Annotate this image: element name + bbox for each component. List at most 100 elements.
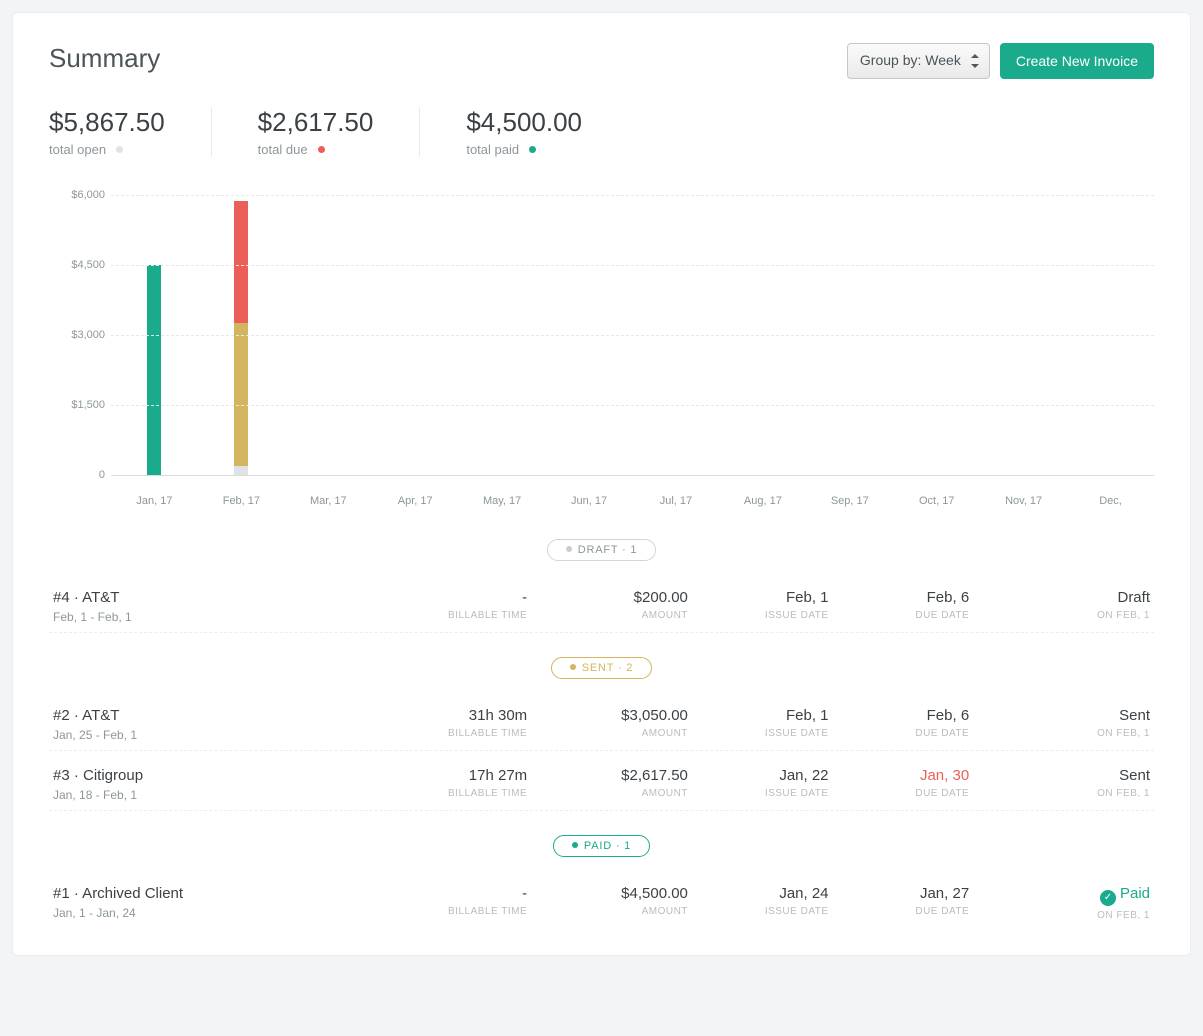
chart-bar-segment-due — [234, 201, 248, 323]
chart-x-tick: May, 17 — [483, 495, 521, 507]
invoice-issue-cell: Jan, 24 ISSUE DATE — [692, 885, 833, 917]
invoice-row[interactable]: #2 · AT&TJan, 25 - Feb, 131h 30mBILLABLE… — [49, 691, 1154, 751]
chart-x-tick: Oct, 17 — [919, 495, 954, 507]
invoice-status: Draft — [977, 589, 1150, 606]
chart-bar-segment-sent — [234, 323, 248, 465]
invoice-billable: 31h 30m — [374, 707, 527, 724]
invoice-amount: $200.00 — [535, 589, 688, 606]
invoice-billable: 17h 27m — [374, 767, 527, 784]
invoice-due-cell: Jan, 27DUE DATE — [833, 885, 974, 917]
invoice-range: Feb, 1 - Feb, 1 — [53, 610, 366, 624]
stats-row: $5,867.50 total open $2,617.50 total due… — [49, 107, 1154, 157]
chart-x-tick: Sep, 17 — [831, 495, 869, 507]
chart-x-tick: Jan, 17 — [136, 495, 172, 507]
invoice-amount-cell: $200.00AMOUNT — [531, 589, 692, 621]
col-label: BILLABLE TIME — [374, 788, 527, 799]
invoice-billable-cell: 31h 30m BILLABLE TIME — [370, 707, 531, 739]
chart-bar-segment-paid — [147, 265, 161, 475]
invoice-groups: DRAFT · 1#4 · AT&TFeb, 1 - Feb, 1-BILLAB… — [49, 539, 1154, 929]
invoice-billable-cell: -BILLABLE TIME — [370, 885, 531, 917]
invoice-due-cell: Feb, 6 DUE DATE — [833, 707, 974, 739]
col-label: DUE DATE — [837, 610, 970, 621]
chart-gridline — [111, 405, 1154, 406]
stat-paid-label: total paid — [466, 142, 582, 157]
invoice-billable: - — [374, 885, 527, 902]
invoice-status-cell: Sent ON FEB, 1 — [973, 767, 1154, 799]
create-invoice-button[interactable]: Create New Invoice — [1000, 43, 1154, 79]
invoice-amount: $4,500.00 — [535, 885, 688, 902]
invoice-billable: - — [374, 589, 527, 606]
chart-x-tick: Mar, 17 — [310, 495, 347, 507]
chart-y-tick: $3,000 — [49, 329, 105, 341]
invoice-status-sub: ON FEB, 1 — [977, 728, 1150, 739]
chart-x-axis: Jan, 17Feb, 17Mar, 17Apr, 17May, 17Jun, … — [111, 495, 1154, 515]
col-label: AMOUNT — [535, 906, 688, 917]
group-pill-label: PAID · 1 — [584, 840, 631, 852]
invoice-amount: $3,050.00 — [535, 707, 688, 724]
dot-icon — [318, 146, 325, 153]
invoice-due: Feb, 6 — [837, 589, 970, 606]
header-actions: Group by: Week Create New Invoice — [847, 43, 1154, 79]
stat-due: $2,617.50 total due — [258, 107, 421, 157]
stat-open-label: total open — [49, 142, 165, 157]
invoice-due-cell: Feb, 6 DUE DATE — [833, 589, 974, 621]
invoice-issue: Feb, 1 — [696, 589, 829, 606]
dot-icon — [116, 146, 123, 153]
invoice-amount-cell: $3,050.00 AMOUNT — [531, 707, 692, 739]
chart-x-tick: Jul, 17 — [660, 495, 692, 507]
chart-x-tick: Feb, 17 — [223, 495, 260, 507]
col-label: AMOUNT — [535, 728, 688, 739]
invoice-range: Jan, 18 - Feb, 1 — [53, 788, 366, 802]
invoice-status: Sent — [977, 767, 1150, 784]
invoice-issue-cell: Feb, 1ISSUE DATE — [692, 707, 833, 739]
chart-gridline — [111, 265, 1154, 266]
page-title: Summary — [49, 43, 160, 74]
invoice-row[interactable]: #3 · Citigroup Jan, 18 - Feb, 1 17h 27m BIL… — [49, 751, 1154, 811]
stat-open: $5,867.50 total open — [49, 107, 212, 157]
stat-paid-value: $4,500.00 — [466, 107, 582, 138]
invoice-row[interactable]: #1 · Archived ClientJan, 1 - Jan, 24-BIL… — [49, 869, 1154, 929]
chart-y-tick: $6,000 — [49, 189, 105, 201]
invoice-row[interactable]: #4 · AT&T Feb, 1 - Feb, 1- BILLABLE TIME $2… — [49, 573, 1154, 633]
col-label: ISSUE DATE — [696, 906, 829, 917]
dot-icon — [572, 842, 578, 848]
group-pill-sent[interactable]: SENT · 2 — [551, 657, 652, 679]
invoice-title: #3 · Citigroup — [53, 767, 366, 784]
invoice-status-sub: ON FEB, 1 — [977, 610, 1150, 621]
chart-x-tick: Dec, — [1099, 495, 1122, 507]
invoice-range: Jan, 1 - Jan, 24 — [53, 906, 366, 920]
invoice-amount-cell: $2,617.50AMOUNT — [531, 767, 692, 799]
invoice-title: #4 · AT&T — [53, 589, 366, 606]
invoice-issue: Jan, 24 — [696, 885, 829, 902]
invoice-status-sub: ON FEB, 1 — [977, 910, 1150, 921]
stat-paid: $4,500.00 total paid — [466, 107, 628, 157]
col-label: ISSUE DATE — [696, 610, 829, 621]
chart-x-tick: Jun, 17 — [571, 495, 607, 507]
invoice-due: Feb, 6 — [837, 707, 970, 724]
group-pill-paid[interactable]: PAID · 1 — [553, 835, 650, 857]
invoice-title: #2 · AT&T — [53, 707, 366, 724]
col-label: BILLABLE TIME — [374, 728, 527, 739]
col-label: DUE DATE — [837, 788, 970, 799]
col-label: BILLABLE TIME — [374, 610, 527, 621]
summary-card: Summary Group by: Week Create New Invoic… — [12, 12, 1191, 956]
chart-bar-segment-draft — [234, 466, 248, 475]
dot-icon — [570, 664, 576, 670]
check-icon: ✓ — [1100, 890, 1116, 906]
col-label: DUE DATE — [837, 728, 970, 739]
group-by-select[interactable]: Group by: Week — [847, 43, 990, 79]
invoice-status: Sent — [977, 707, 1150, 724]
summary-chart: Jan, 17Feb, 17Mar, 17Apr, 17May, 17Jun, … — [49, 175, 1154, 515]
dot-icon — [566, 546, 572, 552]
invoice-issue: Jan, 22 — [696, 767, 829, 784]
invoice-status: ✓Paid — [977, 885, 1150, 906]
group-pill-label: DRAFT · 1 — [578, 544, 638, 556]
invoice-status-sub: ON FEB, 1 — [977, 788, 1150, 799]
invoice-due: Jan, 30 — [837, 767, 970, 784]
invoice-billable-cell: 17h 27m BILLABLE TIME — [370, 767, 531, 799]
group-pill-draft[interactable]: DRAFT · 1 — [547, 539, 657, 561]
chart-x-tick: Nov, 17 — [1005, 495, 1042, 507]
col-label: AMOUNT — [535, 788, 688, 799]
chart-x-tick: Aug, 17 — [744, 495, 782, 507]
invoice-due: Jan, 27 — [837, 885, 970, 902]
